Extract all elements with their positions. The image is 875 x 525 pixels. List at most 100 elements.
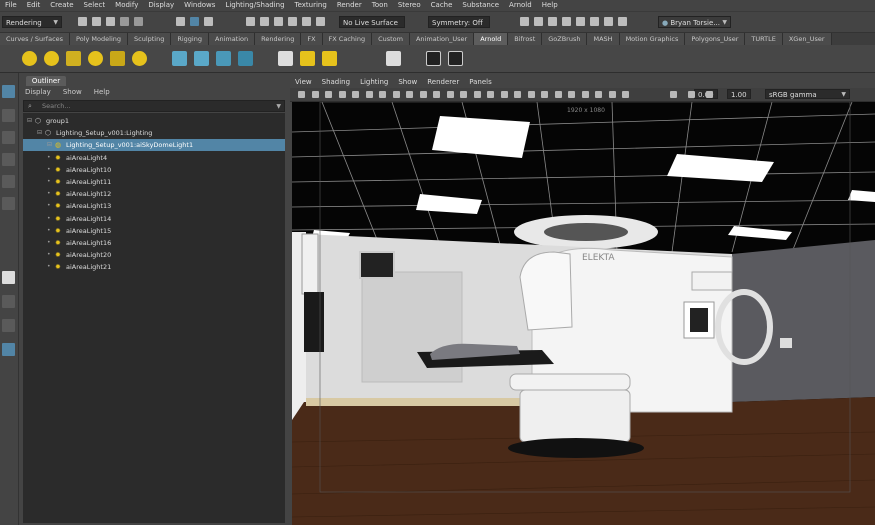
outliner-menu-show[interactable]: Show — [57, 87, 88, 98]
smooth-shade-icon[interactable] — [460, 91, 467, 98]
perspective-viewport[interactable]: ELEKTA 1920 x 1080 — [292, 102, 875, 525]
physical-sky-shelf-icon[interactable] — [132, 51, 147, 66]
outliner-item[interactable]: • ✹ aiAreaLight15 — [23, 225, 285, 237]
outliner-item[interactable]: • ✹ aiAreaLight20 — [23, 249, 285, 261]
procedural-shelf-icon[interactable] — [238, 51, 253, 66]
outliner-menu-help[interactable]: Help — [88, 87, 116, 98]
depth-of-field-icon[interactable] — [568, 91, 575, 98]
isolate-select-icon[interactable] — [581, 91, 589, 98]
menu-windows[interactable]: Windows — [179, 0, 220, 11]
gamma-field[interactable]: 1.00 — [727, 89, 751, 99]
menu-render[interactable]: Render — [332, 0, 367, 11]
flush-cache-shelf-icon[interactable] — [322, 51, 337, 66]
outliner-item[interactable]: ⊟ ⬡ group1 — [23, 115, 285, 127]
shelf-tab-polygons-user[interactable]: Polygons_User — [685, 33, 746, 45]
expand-toggle-icon[interactable]: ⊟ — [27, 115, 32, 127]
shelf-tab-rigging[interactable]: Rigging — [171, 33, 209, 45]
expand-toggle-icon[interactable]: • — [47, 225, 51, 237]
point-light-shelf-icon[interactable] — [44, 51, 59, 66]
expand-toggle-icon[interactable]: • — [47, 176, 51, 188]
menu-set-dropdown[interactable]: Rendering ▼ — [2, 16, 62, 28]
shelf-tab-curves-surfaces[interactable]: Curves / Surfaces — [0, 33, 71, 45]
menu-stereo[interactable]: Stereo — [393, 0, 426, 11]
two-view-layout-icon[interactable] — [2, 319, 15, 332]
outliner-search-field[interactable]: ⌕ Search... ▼ — [23, 100, 285, 112]
expand-toggle-icon[interactable]: • — [47, 249, 51, 261]
xray-icon[interactable] — [595, 91, 602, 98]
select-camera-icon[interactable] — [298, 91, 305, 98]
redo-icon[interactable] — [134, 17, 143, 26]
outliner-item[interactable]: • ✹ aiAreaLight10 — [23, 164, 285, 176]
snap-surface-icon[interactable] — [302, 17, 311, 26]
shadows-icon[interactable] — [514, 91, 521, 98]
new-scene-icon[interactable] — [78, 17, 87, 26]
motion-blur-icon[interactable] — [541, 91, 548, 98]
anti-aliasing-icon[interactable] — [554, 91, 562, 98]
safe-action-icon[interactable] — [419, 91, 427, 98]
render-view-shelf-icon[interactable] — [426, 51, 441, 66]
menu-texturing[interactable]: Texturing — [290, 0, 332, 11]
menu-toon[interactable]: Toon — [367, 0, 393, 11]
menu-file[interactable]: File — [0, 0, 22, 11]
ipr-shelf-icon[interactable] — [448, 51, 463, 66]
curve-collector-shelf-icon[interactable] — [216, 51, 231, 66]
open-scene-icon[interactable] — [92, 17, 101, 26]
snap-view-icon[interactable] — [288, 17, 297, 26]
camera-attributes-icon[interactable] — [311, 91, 319, 98]
shelf-tab-gozbrush[interactable]: GoZBrush — [542, 33, 588, 45]
mesh-light-shelf-icon[interactable] — [66, 51, 81, 66]
outliner-item[interactable]: • ✹ aiAreaLight21 — [23, 261, 285, 273]
outliner-tab[interactable]: Outliner — [26, 76, 66, 86]
outliner-item[interactable]: • ✹ aiAreaLight11 — [23, 176, 285, 188]
textured-icon[interactable] — [487, 91, 494, 98]
color-space-dropdown[interactable]: sRGB gamma ▼ — [765, 89, 850, 99]
snap-point-icon[interactable] — [274, 17, 283, 26]
chevron-down-icon[interactable]: ▼ — [276, 101, 281, 112]
save-scene-icon[interactable] — [106, 17, 115, 26]
expand-toggle-icon[interactable]: ⊟ — [47, 139, 52, 151]
expand-toggle-icon[interactable]: • — [47, 200, 51, 212]
outliner-item[interactable]: ⊟ ◍ Lighting_Setup_v001:aiSkyDomeLight1 — [23, 139, 285, 152]
snap-live-icon[interactable] — [316, 17, 325, 26]
live-surface-field[interactable]: No Live Surface — [339, 16, 405, 28]
hypershade-icon[interactable] — [576, 17, 585, 26]
undo-icon[interactable] — [120, 17, 129, 26]
select-by-object-icon[interactable] — [204, 17, 213, 26]
expand-toggle-icon[interactable]: • — [47, 213, 51, 225]
stop-render-icon[interactable] — [618, 17, 627, 26]
outliner-layout-icon[interactable] — [2, 343, 15, 356]
pause-render-icon[interactable] — [604, 17, 613, 26]
gamma-toggle-icon[interactable] — [688, 91, 695, 98]
shelf-tab-custom[interactable]: Custom — [372, 33, 410, 45]
user-account-dropdown[interactable]: ● Bryan Torsie... ▼ — [658, 16, 731, 28]
lasso-tool-icon[interactable] — [2, 109, 15, 122]
render-settings-icon[interactable] — [562, 17, 571, 26]
viewport-menu-lighting[interactable]: Lighting — [355, 77, 393, 88]
menu-create[interactable]: Create — [45, 0, 78, 11]
use-all-lights-icon[interactable] — [500, 91, 508, 98]
select-by-component-icon[interactable] — [190, 17, 199, 26]
snap-curve-icon[interactable] — [260, 17, 269, 26]
safe-title-icon[interactable] — [433, 91, 440, 98]
ipr-render-icon[interactable] — [548, 17, 557, 26]
select-tool-icon[interactable] — [176, 17, 185, 26]
scale-tool-icon[interactable] — [2, 197, 15, 210]
menu-help[interactable]: Help — [537, 0, 563, 11]
shelf-tab-animation[interactable]: Animation — [209, 33, 256, 45]
paint-select-icon[interactable] — [2, 131, 15, 144]
shelf-tab-turtle[interactable]: TURTLE — [745, 33, 783, 45]
photometric-light-shelf-icon[interactable] — [110, 51, 125, 66]
select-arrow-icon[interactable] — [2, 85, 15, 98]
viewport-menu-show[interactable]: Show — [393, 77, 422, 88]
shelf-tab-motion-graphics[interactable]: Motion Graphics — [619, 33, 686, 45]
expand-toggle-icon[interactable]: • — [47, 261, 51, 273]
outliner-menu-display[interactable]: Display — [19, 87, 57, 98]
menu-lighting-shading[interactable]: Lighting/Shading — [220, 0, 289, 11]
shelf-tab-animation-user[interactable]: Animation_User — [409, 33, 475, 45]
move-tool-icon[interactable] — [2, 153, 15, 166]
shelf-tab-fx[interactable]: FX — [301, 33, 323, 45]
menu-select[interactable]: Select — [79, 0, 111, 11]
gate-mask-icon[interactable] — [392, 91, 400, 98]
shelf-tab-arnold[interactable]: Arnold — [474, 33, 509, 45]
shelf-tab-fx-caching[interactable]: FX Caching — [322, 33, 373, 45]
